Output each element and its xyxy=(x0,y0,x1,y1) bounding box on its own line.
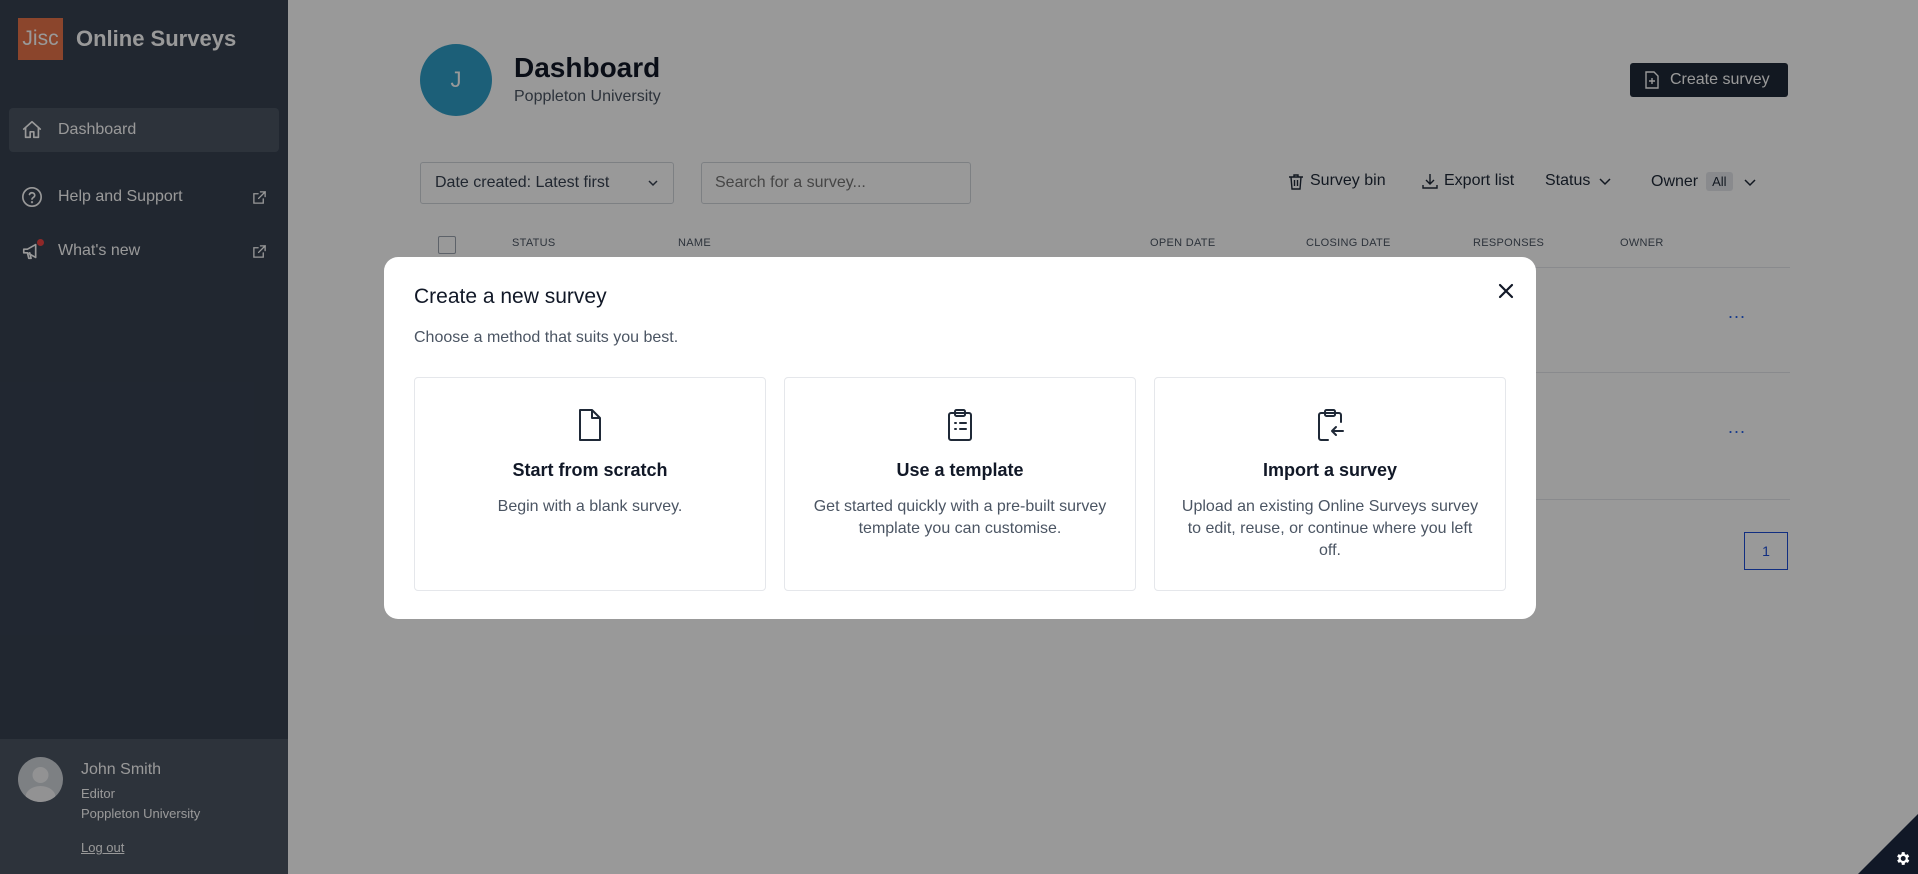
option-title: Import a survey xyxy=(1262,460,1398,480)
modal-subtitle: Choose a method that suits you best. xyxy=(414,329,679,346)
option-title: Use a template xyxy=(896,460,1024,480)
create-survey-modal: Create a new survey Choose a method that… xyxy=(384,257,1536,619)
option-title: Start from scratch xyxy=(512,460,668,480)
option-description: Get started quickly with a pre-built sur… xyxy=(813,498,1107,537)
option-start-from-scratch[interactable]: Start from scratch Begin with a blank su… xyxy=(414,377,766,591)
option-import-survey[interactable]: Import a survey Upload an existing Onlin… xyxy=(1154,377,1506,591)
clipboard-list-icon xyxy=(948,409,972,441)
option-description: Begin with a blank survey. xyxy=(497,498,683,515)
option-use-template[interactable]: Use a template Get started quickly with … xyxy=(784,377,1136,591)
close-icon[interactable] xyxy=(1494,279,1518,303)
modal-title: Create a new survey xyxy=(414,285,607,308)
gear-icon[interactable] xyxy=(1894,850,1911,867)
file-icon xyxy=(579,409,601,441)
clipboard-import-icon xyxy=(1318,409,1344,441)
option-description: Upload an existing Online Surveys survey… xyxy=(1181,498,1479,559)
